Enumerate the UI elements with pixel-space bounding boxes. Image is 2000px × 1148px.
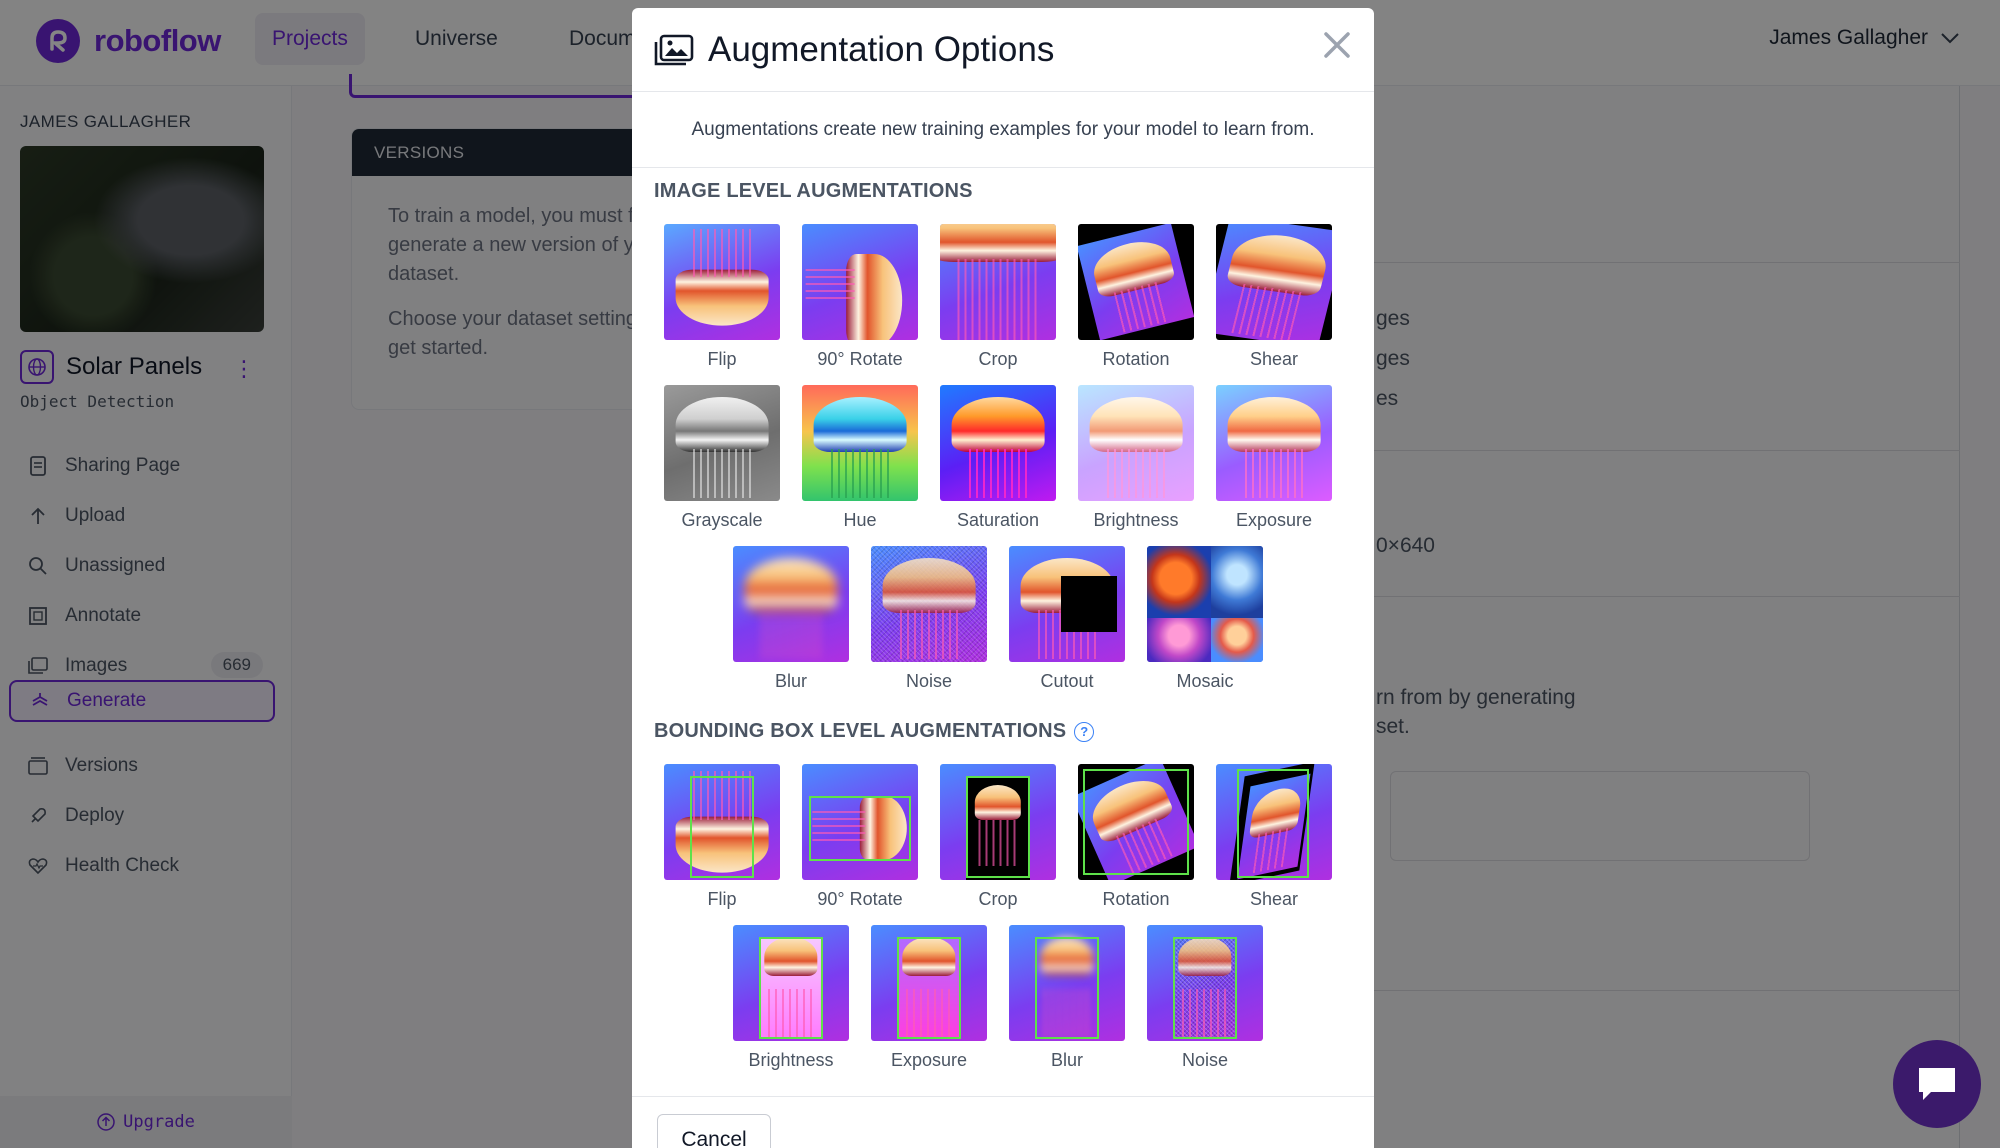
chat-icon bbox=[1919, 1068, 1955, 1100]
aug-label: Crop bbox=[978, 889, 1018, 909]
aug-exposure[interactable]: Exposure bbox=[1214, 385, 1334, 531]
aug-crop[interactable]: Crop bbox=[938, 224, 1058, 370]
bbox-aug-flip[interactable]: Flip bbox=[662, 764, 782, 910]
aug-noise[interactable]: Noise bbox=[869, 546, 989, 692]
aug-label: Blur bbox=[1050, 1050, 1083, 1070]
aug-label: Exposure bbox=[1235, 510, 1313, 530]
bbox-aug-blur[interactable]: Blur bbox=[1007, 925, 1127, 1071]
aug-cutout[interactable]: Cutout bbox=[1007, 546, 1127, 692]
bbox-level-section-title: BOUNDING BOX LEVEL AUGMENTATIONS ? bbox=[654, 720, 1095, 743]
bbox-aug-crop[interactable]: Crop bbox=[938, 764, 1058, 910]
aug-label: Crop bbox=[978, 349, 1018, 369]
bbox-aug-brightness[interactable]: Brightness bbox=[731, 925, 851, 1071]
aug-label: Grayscale bbox=[681, 510, 763, 530]
cancel-button[interactable]: Cancel bbox=[657, 1114, 771, 1148]
modal-title: Augmentation Options bbox=[708, 29, 1055, 69]
aug-label: Cutout bbox=[1040, 671, 1094, 691]
aug-label: 90° Rotate bbox=[817, 889, 903, 909]
modal-header: Augmentation Options bbox=[632, 8, 1374, 92]
aug-shear[interactable]: Shear bbox=[1214, 224, 1334, 370]
aug-label: Blur bbox=[774, 671, 807, 691]
bbox-aug-90-rotate[interactable]: 90° Rotate bbox=[800, 764, 920, 910]
aug-label: Flip bbox=[707, 349, 737, 369]
aug-label: 90° Rotate bbox=[817, 349, 903, 369]
bbox-aug-shear[interactable]: Shear bbox=[1214, 764, 1334, 910]
aug-label: Rotation bbox=[1102, 349, 1170, 369]
aug-hue[interactable]: Hue bbox=[800, 385, 920, 531]
images-icon bbox=[654, 34, 694, 65]
aug-grayscale[interactable]: Grayscale bbox=[662, 385, 782, 531]
aug-label: Noise bbox=[1181, 1050, 1229, 1070]
bbox-aug-exposure[interactable]: Exposure bbox=[869, 925, 989, 1071]
aug-brightness[interactable]: Brightness bbox=[1076, 385, 1196, 531]
aug-label: Brightness bbox=[748, 1050, 834, 1070]
aug-label: Exposure bbox=[890, 1050, 968, 1070]
bbox-aug-noise[interactable]: Noise bbox=[1145, 925, 1265, 1071]
aug-blur[interactable]: Blur bbox=[731, 546, 851, 692]
aug-mosaic[interactable]: Mosaic bbox=[1145, 546, 1265, 692]
chat-support-button[interactable] bbox=[1893, 1040, 1981, 1128]
section-label: BOUNDING BOX LEVEL AUGMENTATIONS bbox=[654, 720, 1067, 742]
aug-label: Noise bbox=[905, 671, 953, 691]
aug-rotation[interactable]: Rotation bbox=[1076, 224, 1196, 370]
aug-90-rotate[interactable]: 90° Rotate bbox=[800, 224, 920, 370]
aug-label: Saturation bbox=[956, 510, 1040, 530]
aug-label: Flip bbox=[707, 889, 737, 909]
aug-label: Hue bbox=[843, 510, 877, 530]
aug-label: Brightness bbox=[1093, 510, 1179, 530]
section-label: IMAGE LEVEL AUGMENTATIONS bbox=[654, 180, 973, 202]
help-icon[interactable]: ? bbox=[1074, 721, 1095, 742]
aug-label: Shear bbox=[1249, 889, 1299, 909]
aug-label: Shear bbox=[1249, 349, 1299, 369]
modal-footer-divider bbox=[632, 1096, 1374, 1097]
close-icon[interactable] bbox=[1318, 26, 1356, 64]
aug-label: Mosaic bbox=[1176, 671, 1234, 691]
bbox-aug-rotation[interactable]: Rotation bbox=[1076, 764, 1196, 910]
modal-subtitle: Augmentations create new training exampl… bbox=[632, 92, 1374, 168]
aug-label: Rotation bbox=[1102, 889, 1170, 909]
aug-flip[interactable]: Flip bbox=[662, 224, 782, 370]
augmentation-options-modal: Augmentation Options Augmentations creat… bbox=[632, 8, 1374, 1148]
image-level-section-title: IMAGE LEVEL AUGMENTATIONS bbox=[654, 180, 973, 203]
aug-saturation[interactable]: Saturation bbox=[938, 385, 1058, 531]
